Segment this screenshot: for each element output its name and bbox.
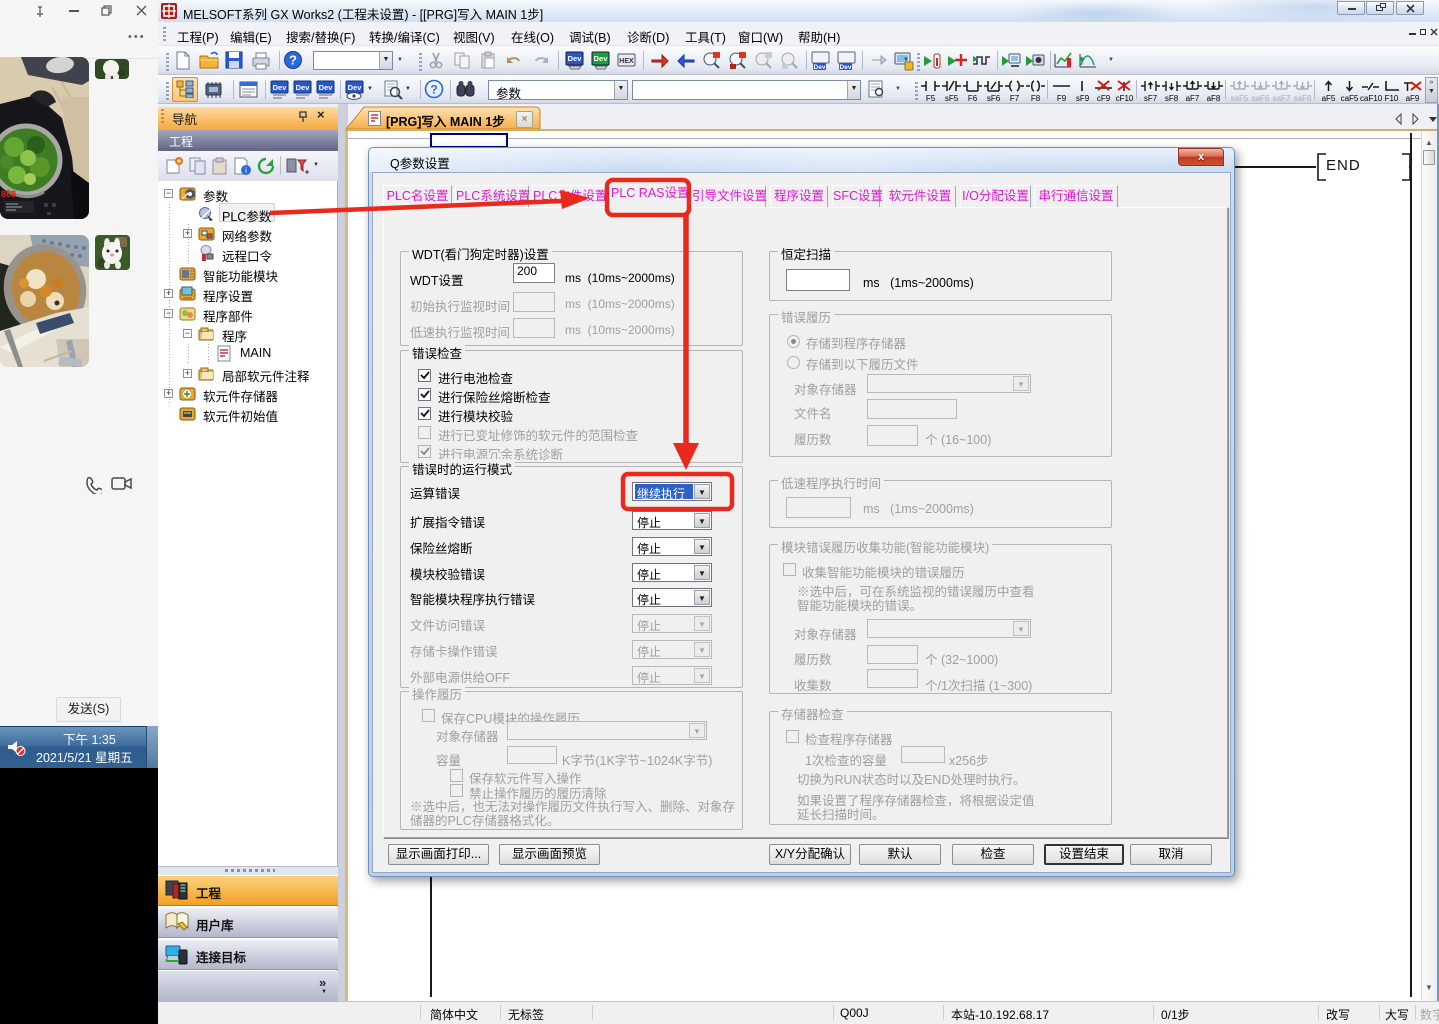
svg-text:888: 888 — [1, 189, 16, 199]
svg-text:Dev: Dev — [568, 54, 583, 63]
svg-text:Dev: Dev — [273, 83, 288, 92]
svg-text:Dev: Dev — [296, 83, 311, 92]
svg-text:?: ? — [289, 53, 297, 68]
svg-text:?: ? — [430, 83, 437, 97]
svg-text:Dev: Dev — [594, 54, 609, 63]
svg-text:Dev: Dev — [348, 83, 363, 92]
svg-text:Dev: Dev — [840, 64, 852, 71]
svg-text:i: i — [245, 166, 247, 175]
svg-text:Dev: Dev — [319, 83, 334, 92]
svg-text:HEX: HEX — [619, 58, 634, 65]
svg-text:Dev: Dev — [814, 64, 826, 71]
